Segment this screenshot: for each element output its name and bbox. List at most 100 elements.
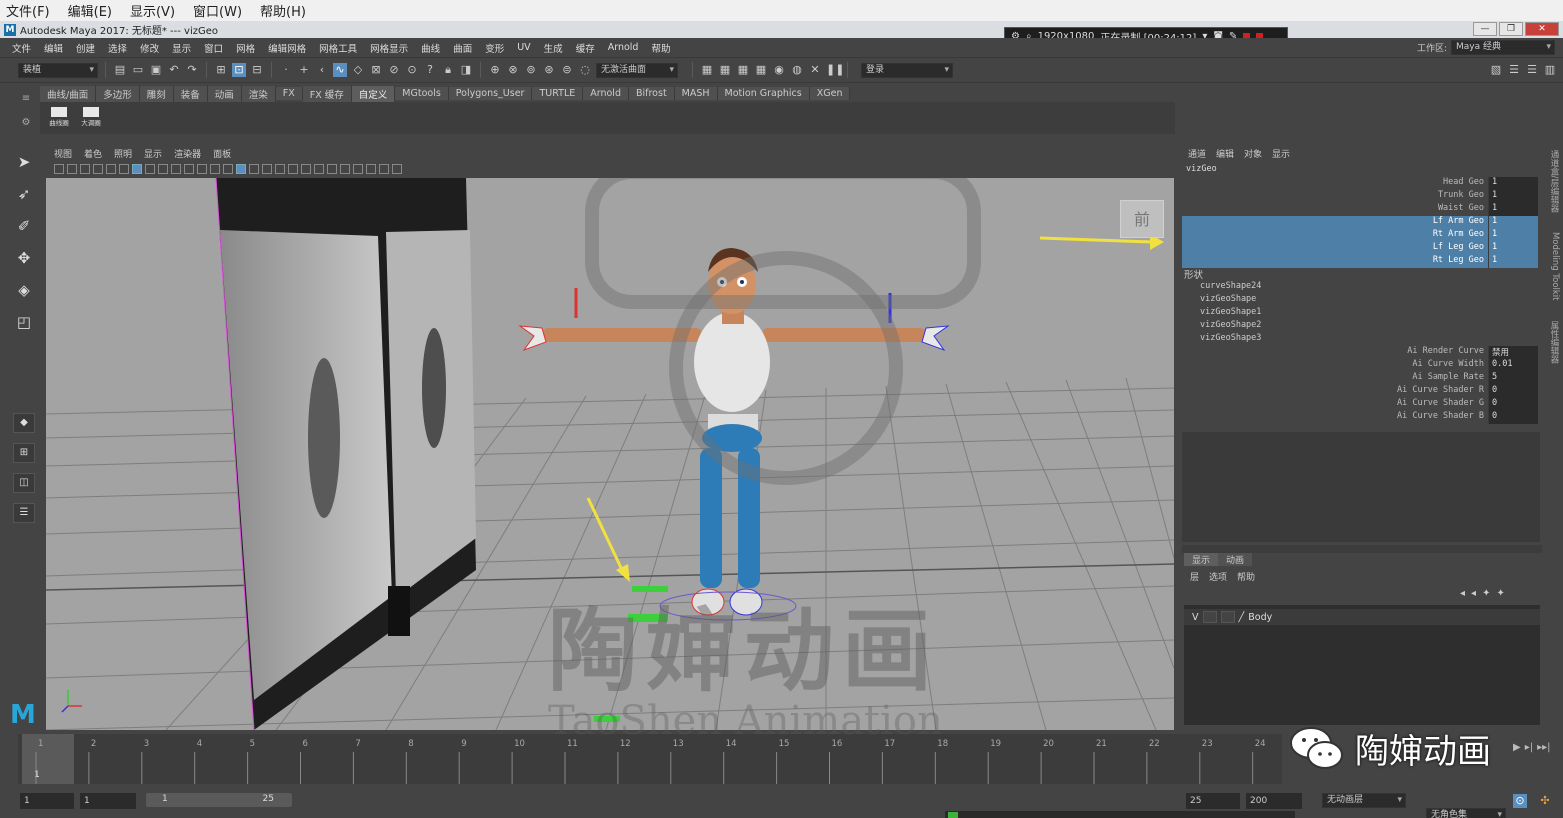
shape-item[interactable]: vizGeoShape: [1200, 294, 1256, 304]
move-layer-up-icon[interactable]: ◂: [1460, 588, 1465, 599]
cb-menu-object[interactable]: 对象: [1244, 147, 1262, 160]
attribute-value[interactable]: 0: [1488, 398, 1538, 411]
preferences-icon[interactable]: ✣: [1538, 794, 1552, 808]
maximize-button[interactable]: ❐: [1499, 22, 1523, 36]
select-hierarchy-icon[interactable]: ⊞: [214, 63, 228, 77]
menu-mesh-tools[interactable]: 网格工具: [319, 41, 357, 55]
playback-end-field[interactable]: 25: [1186, 793, 1240, 809]
shadows-icon[interactable]: [288, 164, 298, 174]
render-view-icon[interactable]: ▦: [718, 63, 732, 77]
four-view-layout-icon[interactable]: ⊞: [13, 443, 35, 463]
side-tab-channel-box[interactable]: 通道盒/层编辑器: [1546, 150, 1560, 212]
attribute-value[interactable]: 1: [1488, 203, 1538, 216]
attribute-row[interactable]: Trunk Geo 1: [1182, 190, 1540, 203]
shelf-tab-mgtools[interactable]: MGtools: [395, 87, 449, 100]
range-slider[interactable]: 1 25: [146, 793, 292, 807]
shelf-button-big-circle[interactable]: 大调圈: [78, 107, 104, 129]
host-menu-window[interactable]: 窗口(W): [193, 1, 242, 20]
outliner-layout-icon[interactable]: ☰: [13, 503, 35, 523]
move-tool-icon[interactable]: ✥: [13, 247, 35, 269]
highlight-icon[interactable]: ◨: [459, 63, 473, 77]
playback-start-field[interactable]: 1: [80, 793, 136, 809]
render-frame-icon[interactable]: ▦: [700, 63, 714, 77]
save-scene-icon[interactable]: ▣: [149, 63, 163, 77]
menu-file[interactable]: 文件: [12, 41, 31, 55]
ipr-render-icon[interactable]: ▦: [736, 63, 750, 77]
side-tab-modeling-toolkit[interactable]: Modeling Toolkit: [1546, 232, 1560, 301]
menu-mesh-display[interactable]: 网格显示: [370, 41, 408, 55]
workspace-dropdown[interactable]: Maya 经典: [1451, 40, 1555, 55]
menu-generate[interactable]: 生成: [544, 41, 563, 55]
attribute-row-selected[interactable]: Rt Leg Geo 1: [1182, 255, 1540, 268]
live-surface-field[interactable]: 无激活曲面: [596, 62, 678, 78]
hypershade-icon[interactable]: ◉: [772, 63, 786, 77]
layer-row[interactable]: V ╱ Body: [1184, 609, 1540, 625]
attribute-editor-icon[interactable]: ☰: [1507, 63, 1521, 77]
selected-object-name[interactable]: vizGeo: [1186, 164, 1217, 174]
attribute-row[interactable]: Ai Render Curve 禁用: [1182, 346, 1540, 359]
menu-select[interactable]: 选择: [108, 41, 127, 55]
cb-menu-edit[interactable]: 编辑: [1216, 147, 1234, 160]
gate-mask-icon[interactable]: [171, 164, 181, 174]
mask-icon[interactable]: ·: [279, 63, 293, 77]
layer-playback-toggle[interactable]: [1202, 611, 1217, 623]
menu-uv[interactable]: UV: [517, 42, 530, 53]
menu-surfaces[interactable]: 曲面: [453, 41, 472, 55]
vp-menu-renderer[interactable]: 渲染器: [174, 147, 201, 160]
layer-tab-display[interactable]: 显示: [1184, 553, 1219, 566]
shelf-tab-rigging[interactable]: 装备: [173, 85, 208, 102]
safe-title-icon[interactable]: [210, 164, 220, 174]
shelf-tab-fx[interactable]: FX: [275, 87, 303, 100]
menu-help[interactable]: 帮助: [651, 41, 670, 55]
shelf-tab-rendering[interactable]: 渲染: [241, 85, 276, 102]
shelf-tab-sculpting[interactable]: 雕刻: [139, 85, 174, 102]
move-layer-down-icon[interactable]: ◂: [1471, 588, 1476, 599]
lasso-tool-icon[interactable]: ➶: [13, 183, 35, 205]
menu-edit[interactable]: 编辑: [44, 41, 63, 55]
arnold-ipr-icon[interactable]: ✕: [808, 63, 822, 77]
auto-key-icon[interactable]: ⊙: [1513, 794, 1527, 808]
login-dropdown[interactable]: 登录: [861, 62, 953, 78]
menu-mesh[interactable]: 网格: [236, 41, 255, 55]
camera-attributes-icon[interactable]: [67, 164, 77, 174]
menu-create[interactable]: 创建: [76, 41, 95, 55]
menu-arnold[interactable]: Arnold: [608, 42, 639, 53]
new-layer-selected-icon[interactable]: ✦: [1496, 588, 1504, 599]
attribute-row[interactable]: Waist Geo 1: [1182, 203, 1540, 216]
cb-menu-show[interactable]: 显示: [1272, 147, 1290, 160]
anim-start-field[interactable]: 1: [20, 793, 74, 809]
attribute-row[interactable]: Ai Curve Shader R 0: [1182, 385, 1540, 398]
host-menu-view[interactable]: 显示(V): [130, 1, 175, 20]
select-object-icon[interactable]: ⊡: [232, 63, 246, 77]
attribute-row[interactable]: Head Geo 1: [1182, 177, 1540, 190]
vp-menu-shading[interactable]: 着色: [84, 147, 102, 160]
attribute-row-selected[interactable]: Lf Leg Geo 1: [1182, 242, 1540, 255]
go-to-end-icon[interactable]: ▸▸|: [1537, 742, 1550, 753]
step-forward-key-icon[interactable]: ▸|: [1525, 742, 1533, 753]
open-scene-icon[interactable]: ▭: [131, 63, 145, 77]
menu-windows[interactable]: 窗口: [204, 41, 223, 55]
vp-menu-lighting[interactable]: 照明: [114, 147, 132, 160]
layer-menu-layers[interactable]: 层: [1190, 570, 1199, 583]
menu-curves[interactable]: 曲线: [421, 41, 440, 55]
attribute-value[interactable]: 5: [1488, 372, 1538, 385]
mask-surfaces-icon[interactable]: ◇: [351, 63, 365, 77]
wireframe-icon[interactable]: [223, 164, 233, 174]
snap-point-icon[interactable]: ⊚: [524, 63, 538, 77]
shelf-tab-polygons-user[interactable]: Polygons_User: [448, 87, 533, 100]
grease-pencil-icon[interactable]: [119, 164, 129, 174]
vp-menu-show[interactable]: 显示: [144, 147, 162, 160]
menu-cache[interactable]: 缓存: [576, 41, 595, 55]
attribute-value[interactable]: 1: [1488, 216, 1538, 229]
shelf-tab-fx-caching[interactable]: FX 缓存: [302, 85, 352, 102]
mask-misc-icon[interactable]: ?: [423, 63, 437, 77]
shelf-tab-xgen[interactable]: XGen: [809, 87, 851, 100]
shape-item[interactable]: vizGeoShape3: [1200, 333, 1261, 343]
grid-toggle-icon[interactable]: [132, 164, 142, 174]
attribute-row[interactable]: Ai Curve Shader G 0: [1182, 398, 1540, 411]
xray-joints-icon[interactable]: [379, 164, 389, 174]
attribute-value[interactable]: 1: [1488, 242, 1538, 255]
shape-item[interactable]: vizGeoShape2: [1200, 320, 1261, 330]
anim-end-field[interactable]: 200: [1246, 793, 1302, 809]
2d-pan-zoom-icon[interactable]: [106, 164, 116, 174]
